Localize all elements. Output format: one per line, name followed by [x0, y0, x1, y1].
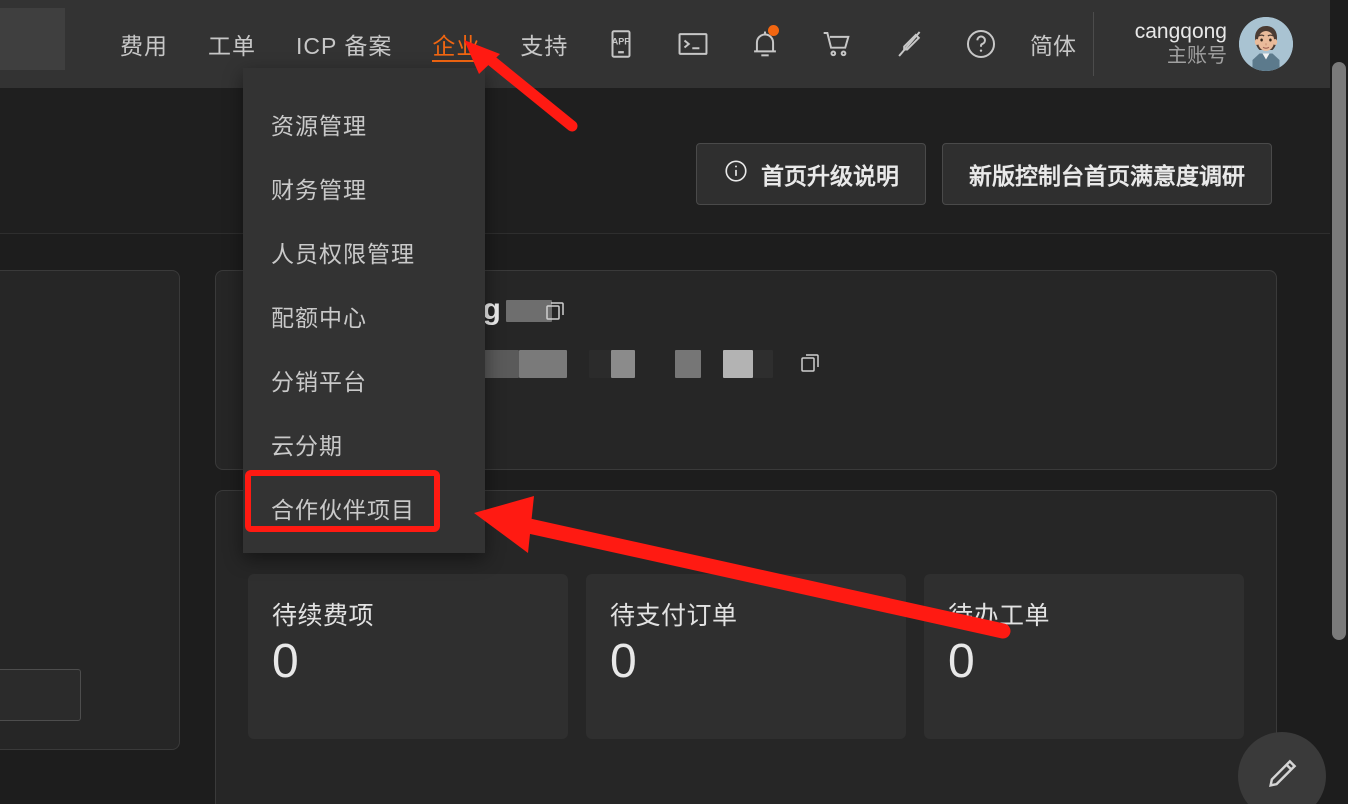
todo-tiles: 待续费项 0 待支付订单 0 待办工单 0	[248, 574, 1244, 739]
logo-placeholder[interactable]	[0, 8, 65, 70]
left-sidebar-panel-item[interactable]	[0, 669, 81, 721]
svg-text:APP: APP	[612, 37, 631, 47]
nav-item-label: 支持	[520, 33, 569, 59]
account-id-row: ).	[426, 349, 823, 378]
feedback-muted-icon[interactable]	[873, 0, 945, 88]
app-root: 首页升级说明 新版控制台首页满意度调研 qong	[0, 0, 1348, 804]
todo-tile-value: 0	[948, 635, 975, 688]
console-satisfaction-survey-button[interactable]: 新版控制台首页满意度调研	[942, 143, 1272, 205]
menu-item-quota-center[interactable]: 配额中心	[243, 284, 485, 348]
account-id-redaction-6	[722, 349, 753, 378]
top-navigation-bar: 费用 工单 ICP 备案 企业 支持 APP 简体 cangqong 主账号	[0, 0, 1348, 88]
account-id-redaction-5	[674, 349, 701, 378]
nav-item-support[interactable]: 支持	[500, 0, 588, 88]
info-circle-icon	[723, 158, 749, 190]
menu-item-label: 云分期	[271, 433, 343, 459]
account-id-redaction-7	[752, 349, 773, 378]
header-action-buttons: 首页升级说明 新版控制台首页满意度调研	[696, 143, 1272, 205]
account-id-redaction-2	[518, 349, 567, 378]
menu-item-label: 分销平台	[271, 369, 367, 395]
nav-item-label: ICP 备案	[296, 33, 393, 59]
menu-item-personnel-permission-management[interactable]: 人员权限管理	[243, 220, 485, 284]
todo-tile-unpaid-orders[interactable]: 待支付订单 0	[586, 574, 906, 739]
copy-icon[interactable]	[544, 297, 568, 331]
app-icon[interactable]: APP	[585, 0, 657, 88]
nav-item-fees[interactable]: 费用	[100, 0, 188, 88]
todo-tile-pending-renewal[interactable]: 待续费项 0	[248, 574, 568, 739]
todo-tile-value: 0	[272, 635, 299, 688]
help-circle-icon[interactable]	[945, 0, 1017, 88]
enterprise-dropdown-menu: 资源管理 财务管理 人员权限管理 配额中心 分销平台 云分期 合作伙伴项目	[243, 68, 485, 553]
menu-item-label: 资源管理	[271, 113, 367, 139]
menu-item-label: 财务管理	[271, 177, 367, 203]
todo-tile-pending-tickets[interactable]: 待办工单 0	[924, 574, 1244, 739]
bell-icon[interactable]	[729, 0, 801, 88]
cart-icon[interactable]	[801, 0, 873, 88]
copy-id-icon[interactable]	[799, 351, 823, 380]
nav-item-label: 企业	[432, 33, 481, 59]
menu-item-label: 合作伙伴项目	[271, 497, 415, 523]
user-account-menu[interactable]: cangqong 主账号	[1105, 0, 1305, 88]
user-text-block: cangqong 主账号	[1135, 20, 1227, 68]
homepage-upgrade-notes-button[interactable]: 首页升级说明	[696, 143, 926, 205]
pencil-icon	[1261, 753, 1303, 800]
page-header-strip: 首页升级说明 新版控制台首页满意度调研	[0, 88, 1330, 234]
console-satisfaction-survey-label: 新版控制台首页满意度调研	[969, 163, 1245, 189]
menu-item-distribution-platform[interactable]: 分销平台	[243, 348, 485, 412]
language-selector-label: 简体	[1030, 33, 1076, 59]
menu-item-finance-management[interactable]: 财务管理	[243, 156, 485, 220]
menu-item-partner-project[interactable]: 合作伙伴项目	[243, 476, 485, 540]
menu-item-label: 配额中心	[271, 305, 367, 331]
vertical-scrollbar-track[interactable]	[1330, 0, 1348, 804]
language-selector[interactable]: 简体	[1020, 0, 1086, 88]
nav-divider	[1093, 12, 1094, 76]
avatar	[1239, 17, 1293, 71]
left-sidebar-panel	[0, 270, 180, 750]
homepage-upgrade-notes-label: 首页升级说明	[761, 163, 899, 189]
vertical-scrollbar-thumb[interactable]	[1332, 62, 1346, 640]
nav-icon-group: APP	[585, 0, 1017, 88]
menu-item-resource-management[interactable]: 资源管理	[243, 92, 485, 156]
user-role: 主账号	[1167, 44, 1227, 67]
menu-item-label: 人员权限管理	[271, 241, 415, 267]
menu-item-cloud-installment[interactable]: 云分期	[243, 412, 485, 476]
nav-item-label: 费用	[120, 33, 168, 59]
todo-tile-label: 待办工单	[948, 602, 1051, 630]
todo-tile-label: 待支付订单	[610, 602, 738, 630]
notification-badge-dot	[768, 25, 779, 36]
terminal-icon[interactable]	[657, 0, 729, 88]
nav-item-label: 工单	[208, 33, 256, 59]
account-id-redaction-4	[610, 349, 635, 378]
account-id-redaction-3	[588, 349, 611, 378]
todo-tile-value: 0	[610, 635, 637, 688]
todo-tile-label: 待续费项	[272, 602, 375, 630]
page-body: 首页升级说明 新版控制台首页满意度调研 qong	[0, 88, 1348, 804]
user-name: cangqong	[1134, 19, 1227, 43]
